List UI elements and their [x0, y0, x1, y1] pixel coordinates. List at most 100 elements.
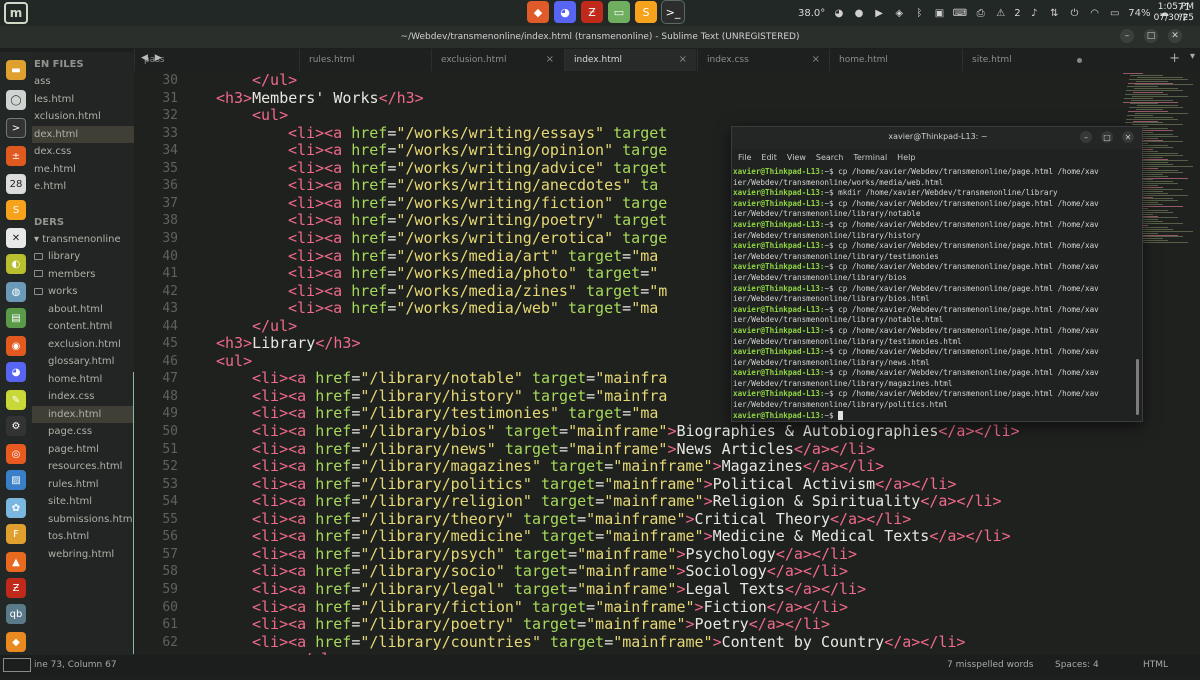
code-line[interactable]: <li><a href="/library/legal" target="mai… — [252, 580, 866, 598]
open-file-item[interactable]: xclusion.html — [32, 108, 134, 125]
terminal-scrollbar[interactable] — [1136, 359, 1139, 415]
tab-home-html[interactable]: home.html — [829, 49, 961, 71]
tree-item[interactable]: exclusion.html — [32, 336, 134, 353]
filezilla-icon[interactable]: Ƶ — [581, 1, 603, 23]
code-line[interactable]: <li><a href="/works/media/web" target="m… — [288, 299, 658, 317]
tree-item[interactable]: glossary.html — [32, 353, 134, 370]
code-line[interactable]: <li><a href="/library/medicine" target="… — [252, 527, 1011, 545]
code-line[interactable]: </ul> — [252, 71, 297, 89]
code-line[interactable]: <ul> — [216, 352, 252, 370]
code-line[interactable]: <li><a href="/library/bios" target="main… — [252, 422, 1020, 440]
pen-icon[interactable]: ✎ — [6, 390, 26, 410]
code-line[interactable]: <li><a href="/works/media/photo" target=… — [288, 264, 658, 282]
tab-site-html[interactable]: site.html — [962, 49, 1092, 71]
image-editor-icon[interactable]: ▨ — [6, 470, 26, 490]
tree-item[interactable]: page.css — [32, 423, 134, 440]
indentation-status[interactable]: Spaces: 4 — [1055, 660, 1099, 670]
gitlab-icon[interactable]: ◆ — [527, 1, 549, 23]
file-manager-icon[interactable]: ▭ — [608, 1, 630, 23]
app-icon[interactable]: ◐ — [6, 254, 26, 274]
minimize-icon[interactable]: – — [1120, 29, 1134, 43]
tree-item[interactable]: resources.html — [32, 458, 134, 475]
code-line[interactable]: <h3>Members' Works</h3> — [216, 89, 424, 107]
tree-item[interactable]: library — [32, 248, 134, 265]
filezilla-icon[interactable]: Ƶ — [6, 578, 26, 598]
steam-icon[interactable]: ⚙ — [6, 416, 26, 436]
code-line[interactable]: <li><a href="/works/media/zines" target=… — [288, 282, 667, 300]
code-line[interactable]: <li><a href="/works/media/art" target="m… — [288, 247, 658, 265]
tree-item[interactable]: page.html — [32, 441, 134, 458]
open-file-item[interactable]: les.html — [32, 91, 134, 108]
terminal-menu-item[interactable]: Edit — [761, 153, 777, 162]
terminal-icon[interactable]: > — [6, 118, 26, 138]
open-file-item[interactable]: e.html — [32, 178, 134, 195]
tree-item[interactable]: works — [32, 283, 134, 300]
code-line[interactable]: <li><a href="/works/writing/erotica" tar… — [288, 229, 667, 247]
tree-item[interactable]: index.html — [32, 405, 134, 423]
code-line[interactable]: <li><a href="/works/writing/fiction" tar… — [288, 194, 667, 212]
code-line[interactable]: <li><a href="/works/writing/poetry" targ… — [288, 211, 667, 229]
tree-item[interactable]: home.html — [32, 371, 134, 388]
tree-item[interactable]: index.css — [32, 388, 134, 405]
code-line[interactable]: <li><a href = "/library/testimonies" targe… — [252, 404, 658, 422]
new-tab-icon[interactable]: + — [1169, 51, 1180, 66]
tab-index-html[interactable]: index.html × — [564, 49, 696, 71]
code-line[interactable]: <li><a href="/library/psych" target="mai… — [252, 545, 857, 563]
volume-icon[interactable]: ♪ — [1028, 7, 1041, 19]
power-icon[interactable]: ⏻ — [1068, 7, 1081, 19]
tree-item[interactable]: tos.html — [32, 528, 134, 545]
terminal-menu-item[interactable]: Search — [816, 153, 843, 162]
font-icon[interactable]: F — [6, 524, 26, 544]
tree-item[interactable]: members — [32, 266, 134, 283]
vlc-icon[interactable]: ▲ — [6, 552, 26, 572]
tree-root[interactable]: ▾ transmenonline — [32, 231, 134, 248]
wifi-icon[interactable]: ◠ — [1088, 7, 1101, 19]
folder-icon[interactable]: ▬ — [6, 60, 26, 80]
tab-nav-arrows-icon[interactable]: ◀ ▶ — [141, 53, 164, 63]
code-line[interactable]: <li><a href="/library/news" target="main… — [252, 440, 875, 458]
discord-icon[interactable]: ◕ — [6, 362, 26, 382]
tree-item[interactable]: webring.html — [32, 546, 134, 563]
terminal-minimize-icon[interactable]: – — [1080, 131, 1092, 143]
console-toggle-icon[interactable] — [3, 658, 31, 672]
spelling-status[interactable]: 7 misspelled words — [947, 660, 1033, 670]
code-line[interactable]: <li><a href="/works/writing/anecdotes" t… — [288, 176, 658, 194]
calculator-icon[interactable]: ± — [6, 146, 26, 166]
terminal-menu-item[interactable]: View — [787, 153, 806, 162]
code-line[interactable]: <li><a href="/library/history" target="m… — [252, 387, 667, 405]
tab-close-icon[interactable]: × — [679, 49, 687, 71]
code-line[interactable]: <li><a href="/works/writing/essays" targ… — [288, 124, 667, 142]
firefox-icon[interactable]: ◉ — [6, 336, 26, 356]
terminal-window[interactable]: xavier@Thinkpad-L13: ~ – □ ✕ File Edit Vie… — [731, 126, 1143, 422]
screen-icon[interactable]: ▣ — [933, 7, 946, 19]
tab-close-icon[interactable]: × — [812, 49, 820, 71]
terminal-close-icon[interactable]: ✕ — [1122, 131, 1134, 143]
open-file-item[interactable]: dex.css — [32, 143, 134, 160]
discord-tray-icon[interactable]: ◕ — [832, 7, 845, 19]
terminal-output[interactable]: xavier@Thinkpad-L13:~$ cp /home/xavier/W… — [733, 167, 1133, 421]
tools-icon[interactable]: ✕ — [6, 228, 26, 248]
terminal-maximize-icon[interactable]: □ — [1101, 131, 1113, 143]
tab-exclusion-html[interactable]: exclusion.html × — [431, 49, 563, 71]
files-icon[interactable]: ▤ — [6, 308, 26, 328]
tab-rules-html[interactable]: rules.html — [299, 49, 431, 71]
calendar-icon[interactable]: 28 — [6, 174, 26, 194]
media-player-icon[interactable]: ▶ — [873, 7, 886, 19]
code-line[interactable]: <li><a href="/library/socio" target="mai… — [252, 562, 848, 580]
code-line[interactable]: <li><a href="/library/theory" target="ma… — [252, 510, 911, 528]
tree-item[interactable]: site.html — [32, 493, 134, 510]
qbittorrent-icon[interactable]: qb — [6, 604, 26, 624]
tab-close-icon[interactable]: × — [546, 49, 554, 71]
maximize-icon[interactable]: □ — [1144, 29, 1158, 43]
printer-icon[interactable]: ⎙ — [974, 7, 987, 19]
code-line[interactable]: <li><a href="/library/religion" target="… — [252, 492, 1002, 510]
keyboard-icon[interactable]: ⌨ — [953, 7, 967, 19]
discord-icon[interactable]: ◕ — [554, 1, 576, 23]
terminal-menu-item[interactable]: File — [738, 153, 751, 162]
mint-menu-icon[interactable]: m — [4, 2, 28, 24]
code-line[interactable]: </ul> — [252, 317, 297, 335]
terminal-icon[interactable]: >_ — [661, 0, 685, 24]
code-line[interactable]: <li><a href="/library/fiction" target="m… — [252, 598, 848, 616]
code-line[interactable]: <li><a href="/library/poetry" target="ma… — [252, 615, 830, 633]
clock[interactable]: 1:05 PM 07/30/25 — [1154, 2, 1194, 24]
